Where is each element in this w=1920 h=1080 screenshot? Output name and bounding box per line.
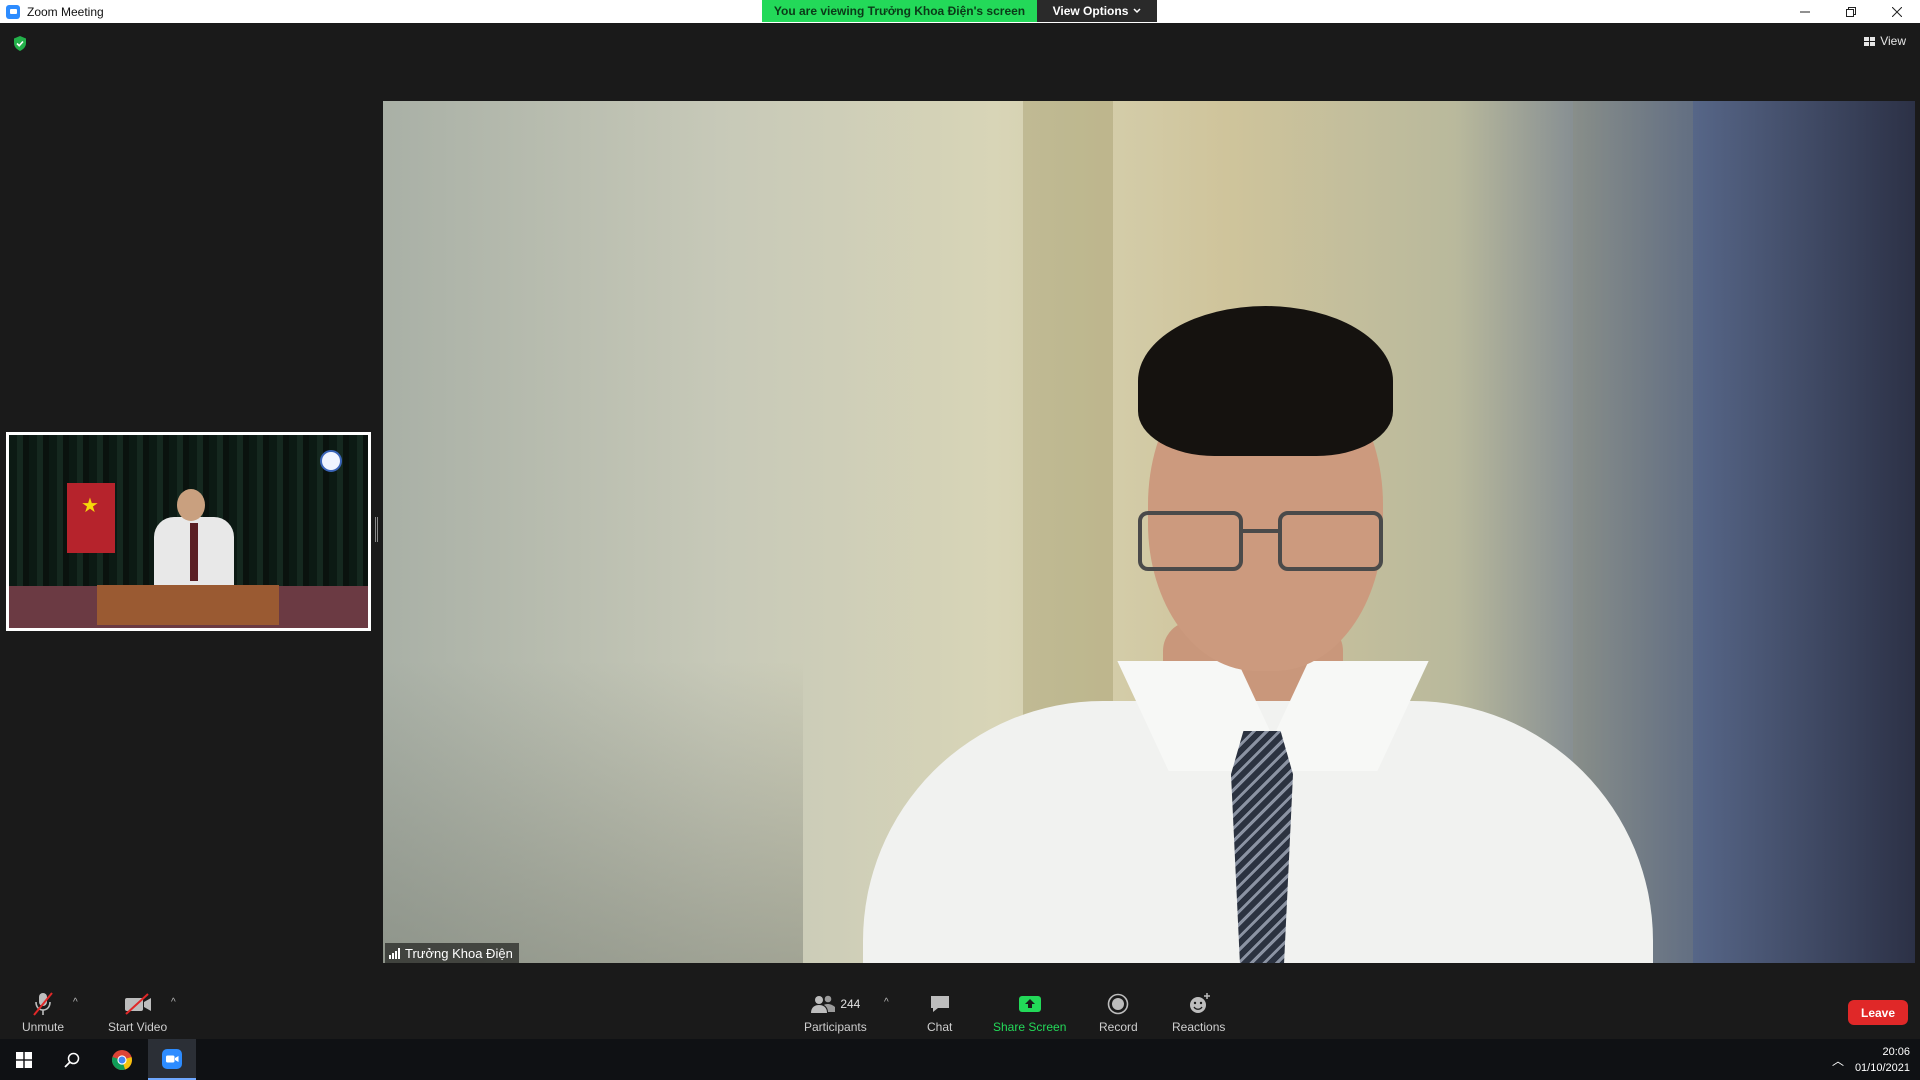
chat-button[interactable]: Chat: [927, 991, 952, 1034]
zoom-app-icon: [162, 1048, 182, 1069]
participant-name: Trưởng Khoa Điện: [405, 945, 513, 961]
participants-icon: [811, 995, 836, 1013]
close-icon[interactable]: [1874, 0, 1920, 23]
windows-start-icon: [16, 1051, 32, 1068]
reactions-button[interactable]: Reactions: [1172, 991, 1225, 1034]
shield-icon[interactable]: [13, 36, 27, 51]
minimize-icon[interactable]: [1782, 0, 1828, 23]
unmute-button[interactable]: Unmute: [22, 991, 64, 1034]
clock-time: 20:06: [1882, 1046, 1910, 1058]
leave-button[interactable]: Leave: [1848, 1000, 1908, 1025]
clock-date: 01/10/2021: [1854, 1062, 1910, 1074]
share-screen-button[interactable]: Share Screen: [993, 991, 1066, 1034]
view-label: View: [1880, 34, 1906, 48]
windows-start-button[interactable]: [0, 1039, 48, 1080]
record-button[interactable]: Record: [1099, 991, 1138, 1034]
split-resize-handle[interactable]: [375, 517, 378, 542]
main-video-feed: Trưởng Khoa Điện: [383, 101, 1915, 963]
start-video-button[interactable]: Start Video: [108, 991, 167, 1034]
view-options-button[interactable]: View Options: [1037, 0, 1157, 22]
search-icon: [64, 1052, 80, 1068]
person-hair: [1138, 306, 1393, 456]
share-arrow-icon: [1018, 996, 1041, 1012]
viewing-text: You are viewing Trưởng Khoa Điện's scree…: [762, 0, 1037, 22]
flag-image: [67, 483, 115, 553]
signal-bars-icon: [389, 947, 400, 959]
view-options-label: View Options: [1052, 4, 1129, 18]
reactions-label: Reactions: [1172, 1020, 1226, 1034]
grid-view-icon: [1864, 36, 1876, 46]
zoom-logo-icon: [6, 4, 20, 19]
windows-taskbar: ︿ 20:06 01/10/2021: [0, 1039, 1920, 1080]
speaker-head: [177, 489, 205, 521]
window-controls: [1782, 0, 1920, 23]
tray-chevron-icon[interactable]: ︿: [1832, 1052, 1844, 1069]
record-label: Record: [1099, 1020, 1138, 1034]
view-button[interactable]: View: [1864, 34, 1906, 48]
glasses-lens: [1278, 511, 1383, 571]
restore-icon[interactable]: [1828, 0, 1874, 23]
record-icon: [1108, 993, 1129, 1015]
start-video-label: Start Video: [108, 1020, 168, 1034]
participant-name-tag: Trưởng Khoa Điện: [385, 943, 519, 963]
podium: [97, 585, 279, 625]
reactions-icon: [1189, 993, 1210, 1013]
taskbar-zoom[interactable]: [148, 1039, 196, 1080]
taskbar-chrome[interactable]: [98, 1039, 146, 1080]
audio-options-caret[interactable]: ^: [73, 997, 78, 1008]
chrome-icon: [112, 1049, 132, 1070]
chat-bubble-icon: [930, 996, 949, 1012]
unmute-label: Unmute: [22, 1020, 65, 1034]
meeting-toolbar: Unmute ^ Start Video ^ 244 Participants …: [0, 983, 1920, 1039]
emblem-logo: [320, 450, 342, 472]
participants-options-caret[interactable]: ^: [884, 997, 889, 1008]
glasses-bridge: [1241, 529, 1281, 533]
participants-button[interactable]: 244 Participants: [804, 991, 867, 1034]
chat-label: Chat: [927, 1020, 953, 1034]
meeting-stage: View Trưởng Khoa Điện: [0, 23, 1920, 983]
taskbar-search-button[interactable]: [48, 1039, 96, 1080]
speaker-tie: [190, 523, 198, 581]
viewing-banner: You are viewing Trưởng Khoa Điện's scree…: [762, 0, 1157, 22]
window-title: Zoom Meeting: [27, 4, 104, 19]
thumbnail-image: [9, 435, 368, 628]
shared-screen-thumbnail[interactable]: [6, 432, 371, 631]
system-clock[interactable]: 20:06 01/10/2021: [1855, 1044, 1910, 1076]
chevron-down-icon: [1133, 8, 1141, 14]
background-shadow: [383, 661, 803, 963]
video-off-icon: [124, 993, 151, 1015]
participants-count: 244: [840, 997, 861, 1011]
mic-muted-icon: [33, 992, 53, 1016]
video-options-caret[interactable]: ^: [171, 997, 176, 1008]
participants-label: Participants: [804, 1020, 867, 1034]
person-tie: [1231, 731, 1293, 963]
share-screen-label: Share Screen: [993, 1020, 1067, 1034]
glasses-lens: [1138, 511, 1243, 571]
